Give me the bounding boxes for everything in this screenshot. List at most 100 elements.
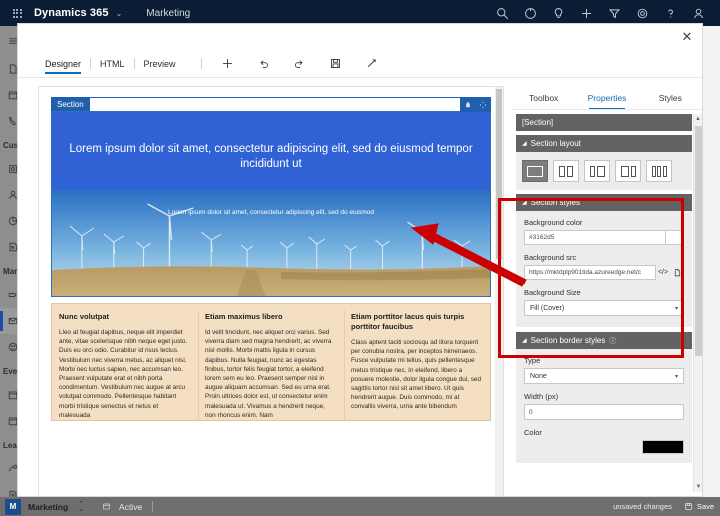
email-canvas[interactable]: Section Lorem ipsum dolor sit amet, cons… (38, 86, 504, 496)
background-color-swatch[interactable] (666, 230, 684, 245)
section-styles-title: Section styles (530, 198, 580, 207)
background-color-input[interactable]: #3162d5 (524, 230, 666, 245)
save-label: Save (696, 502, 714, 511)
collapse-caret-icon: ◢ (522, 338, 527, 344)
border-type-value: None (530, 372, 547, 380)
properties-scrollbar[interactable]: ▲ ▼ (693, 114, 702, 492)
app-badge: M (5, 498, 21, 515)
user-profile-icon[interactable] (684, 0, 712, 26)
column-body: Lleo at feugiat dapibus, neque elit impe… (59, 329, 188, 419)
three-column-section[interactable]: Nunc volutpat Lleo at feugiat dapibus, n… (51, 303, 491, 422)
border-color-swatch[interactable] (642, 440, 684, 454)
border-color-label: Color (524, 428, 542, 437)
tab-preview[interactable]: Preview (135, 59, 185, 69)
column-body: Id velit tincidunt, nec aliquet orci var… (205, 329, 332, 419)
tab-styles[interactable]: Styles (639, 86, 702, 109)
move-section-handle[interactable] (475, 97, 490, 112)
chevron-down-icon: ▾ (674, 373, 678, 380)
tab-toolbox[interactable]: Toolbox (512, 86, 575, 109)
border-width-input[interactable]: 0 (524, 404, 684, 420)
selected-element-label: [Section] (522, 118, 554, 127)
tab-html[interactable]: HTML (91, 59, 134, 69)
save-icon (685, 503, 692, 510)
column-block[interactable]: Etiam porttitor lacus quis turpis portti… (344, 304, 490, 421)
canvas-scrollbar-thumb[interactable] (496, 89, 502, 259)
selected-element-header: [Section] (516, 114, 692, 131)
layout-two-column-equal[interactable] (553, 160, 579, 182)
section-layout-title: Section layout (530, 139, 581, 148)
hero-section[interactable]: Lorem ipsum dolor sit amet, consectetur … (51, 111, 491, 297)
background-color-field[interactable]: #3162d5 (524, 230, 684, 245)
add-icon[interactable] (572, 0, 600, 26)
chevron-down-icon: ▾ (674, 305, 678, 312)
save-button[interactable]: Save (684, 502, 714, 511)
section-selection-bar (51, 97, 491, 112)
designer-toolbar: Designer HTML Preview (18, 50, 702, 78)
wind-turbines-field-photo (52, 190, 490, 296)
scroll-down-arrow-icon[interactable]: ▼ (694, 482, 703, 492)
undo-button[interactable] (246, 51, 282, 77)
border-color-field[interactable] (524, 440, 684, 454)
section-border-styles-body: Type None ▾ Width (px) 0 Color (516, 349, 692, 463)
scroll-up-arrow-icon[interactable]: ▲ (694, 114, 702, 124)
section-layout-group-header[interactable]: ◢ Section layout (516, 135, 692, 152)
background-color-label: Background color (524, 218, 583, 227)
brand-title: Dynamics 365 (34, 7, 109, 19)
search-icon[interactable] (488, 0, 516, 26)
assistant-icon[interactable] (516, 0, 544, 26)
add-element-button[interactable] (210, 51, 246, 77)
background-size-field[interactable]: Fill (Cover) ▾ (524, 300, 684, 316)
status-divider (152, 501, 154, 512)
expand-button[interactable] (354, 51, 390, 77)
lightbulb-icon[interactable] (544, 0, 572, 26)
app-switcher-label[interactable]: Marketing (28, 502, 68, 512)
background-size-select[interactable]: Fill (Cover) ▾ (524, 300, 684, 316)
section-layout-options (516, 152, 692, 190)
redo-button[interactable] (282, 51, 318, 77)
settings-gear-icon[interactable] (628, 0, 656, 26)
close-icon[interactable]: ✕ (678, 28, 696, 46)
layout-one-column[interactable] (522, 160, 548, 182)
properties-scrollbar-thumb[interactable] (695, 126, 702, 356)
properties-panel-tabs: Toolbox Properties Styles (512, 86, 702, 110)
filter-icon[interactable] (600, 0, 628, 26)
app-switcher-chevrons-icon[interactable]: ⌃ ⌄ (78, 501, 84, 513)
tab-properties[interactable]: Properties (575, 86, 638, 109)
tab-designer[interactable]: Designer (36, 59, 90, 74)
background-src-field[interactable]: https://mktdplp901tida.azureedge.net/c <… (524, 265, 684, 280)
help-icon[interactable] (656, 0, 684, 26)
border-width-field[interactable]: 0 (524, 404, 684, 420)
delete-section-button[interactable] (460, 97, 475, 112)
layout-two-column-left-wide[interactable] (584, 160, 610, 182)
top-navigation-bar: Dynamics 365 ⌄ Marketing (0, 0, 720, 26)
layout-three-column[interactable] (646, 160, 672, 182)
border-type-select[interactable]: None ▾ (524, 368, 684, 384)
view-label: Active (119, 501, 143, 512)
collapse-caret-icon: ◢ (522, 141, 527, 147)
code-brackets-icon[interactable]: </> (656, 265, 670, 280)
section-styles-group-header[interactable]: ◢ Section styles (516, 194, 692, 211)
toolbar-divider (200, 58, 202, 69)
layout-two-column-right-wide[interactable] (615, 160, 641, 182)
status-bar-right: unsaved changes Save (613, 502, 720, 511)
properties-panel-body: [Section] ◢ Section layout ◢ Section sty… (516, 114, 692, 492)
canvas-scrollbar[interactable] (495, 87, 503, 496)
top-bar-actions (488, 0, 720, 26)
properties-panel: Toolbox Properties Styles [Section] ◢ Se… (512, 86, 702, 496)
background-size-label: Background Size (524, 288, 581, 297)
chevron-down-icon[interactable]: ⌄ (116, 9, 123, 18)
view-selector[interactable]: Active (102, 502, 142, 512)
section-styles-body: Background color #3162d5 Background src … (516, 211, 692, 327)
section-border-styles-group-header[interactable]: ◢ Section border styles ⓘ (516, 332, 692, 349)
pick-image-icon[interactable] (670, 265, 684, 280)
column-block[interactable]: Nunc volutpat Lleo at feugiat dapibus, n… (52, 304, 198, 420)
column-block[interactable]: Etiam maximus libero Id velit tincidunt,… (198, 304, 344, 421)
save-button[interactable] (318, 51, 354, 77)
app-launcher-icon[interactable] (0, 8, 34, 18)
border-type-field[interactable]: None ▾ (524, 368, 684, 384)
info-icon[interactable]: ⓘ (609, 336, 616, 346)
hero-subtitle: Lorem ipsum dolor sit amet, consectetur … (168, 209, 374, 216)
background-src-input[interactable]: https://mktdplp901tida.azureedge.net/c (524, 265, 656, 280)
section-tab-label[interactable]: Section (51, 97, 90, 111)
background-src-label: Background src (524, 253, 577, 262)
